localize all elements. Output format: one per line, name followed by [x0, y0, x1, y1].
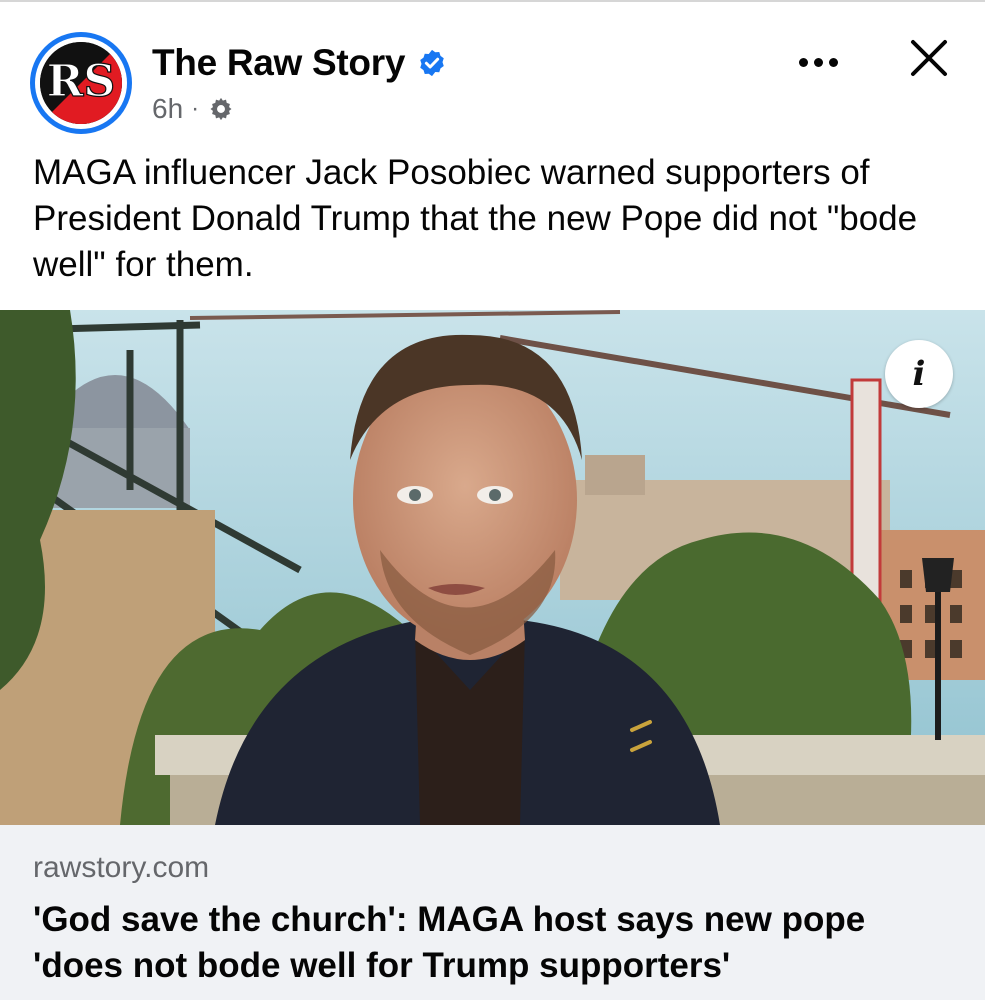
post-header: RS The Raw Story 6h · — [0, 2, 985, 142]
page-name[interactable]: The Raw Story — [152, 42, 405, 84]
link-headline[interactable]: 'God save the church': MAGA host says ne… — [33, 897, 963, 989]
article-image[interactable]: i — [0, 310, 985, 825]
link-domain: rawstory.com — [33, 851, 210, 884]
raw-story-logo: RS — [40, 42, 122, 124]
name-row: The Raw Story — [152, 40, 447, 86]
logo-art: RS — [40, 42, 122, 124]
post-meta: 6h · — [152, 92, 235, 126]
close-icon[interactable] — [905, 34, 953, 82]
meta-separator: · — [191, 95, 200, 122]
post-time[interactable]: 6h — [152, 93, 183, 125]
avatar[interactable]: RS — [30, 32, 132, 134]
logo-initials: RS — [47, 55, 116, 107]
info-icon[interactable]: i — [885, 340, 953, 408]
more-dots-icon[interactable] — [790, 42, 846, 82]
gear-icon[interactable] — [207, 95, 235, 123]
verified-badge-icon — [420, 49, 444, 77]
photo-illustration — [0, 310, 985, 825]
post-caption: MAGA influencer Jack Posobiec warned sup… — [33, 153, 918, 284]
info-symbol: i — [912, 354, 926, 394]
link-preview[interactable]: rawstory.com 'God save the church': MAGA… — [0, 825, 985, 1000]
